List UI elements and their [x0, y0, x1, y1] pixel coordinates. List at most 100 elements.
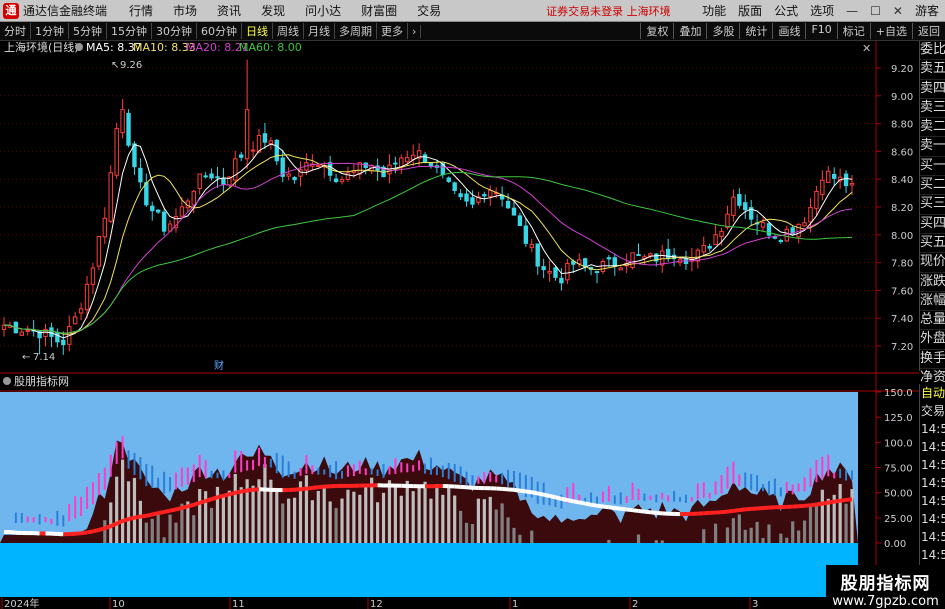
- quote-field-6: 买一: [920, 157, 945, 177]
- signal-bar: [68, 503, 71, 522]
- close-icon[interactable]: ✕: [893, 4, 903, 18]
- tab-60min[interactable]: 60分钟: [197, 23, 242, 39]
- tab-intraday[interactable]: 分时: [0, 23, 31, 39]
- signal-bar: [435, 466, 438, 476]
- login-notice: 证券交易未登录 上海环境: [546, 4, 671, 18]
- tab-daily[interactable]: 日线: [242, 23, 273, 39]
- indicator-bar: [411, 491, 415, 543]
- menu-wealth-circle[interactable]: 财富圈: [361, 2, 397, 19]
- signal-bar: [382, 464, 385, 478]
- minimize-icon[interactable]: —: [846, 4, 858, 18]
- tab-30min[interactable]: 30分钟: [152, 23, 197, 39]
- indicator-bar: [174, 522, 178, 543]
- tab-multi-period[interactable]: 多周期: [335, 23, 377, 39]
- tool-overlay[interactable]: 叠加: [673, 23, 706, 39]
- signal-bar: [726, 466, 729, 489]
- maximize-icon[interactable]: ☐: [870, 4, 881, 18]
- tool-back[interactable]: 返回: [912, 23, 945, 39]
- ma-settings-icon[interactable]: [75, 43, 83, 51]
- watermark-line1: 股朋指标网: [840, 574, 931, 594]
- tool-add-watchlist[interactable]: +自选: [869, 23, 912, 39]
- indicator-bar: [506, 517, 510, 543]
- menu-layout[interactable]: 版面: [738, 2, 762, 19]
- tool-statistics[interactable]: 统计: [739, 23, 772, 39]
- trade-row-0[interactable]: 自动: [920, 384, 945, 402]
- signal-bar: [418, 460, 421, 471]
- candle-body: [274, 139, 279, 162]
- indicator-bar: [850, 489, 854, 543]
- trend-segment: [246, 487, 254, 493]
- signal-bar: [121, 436, 124, 459]
- indicator-bar: [162, 537, 166, 543]
- candle-body: [61, 339, 66, 346]
- menu-options[interactable]: 选项: [810, 2, 834, 19]
- trend-segment: [525, 489, 533, 495]
- signal-bar: [257, 447, 260, 466]
- indicator-tick-label: 0.00: [884, 539, 906, 550]
- menu-trade[interactable]: 交易: [417, 2, 441, 19]
- menu-discover[interactable]: 发现: [261, 2, 285, 19]
- tool-adjust[interactable]: 复权: [640, 23, 673, 39]
- trend-segment: [9, 530, 17, 535]
- candle-body: [197, 173, 202, 189]
- indicator-bar: [322, 487, 326, 543]
- signal-bar: [376, 469, 379, 476]
- tab-15min[interactable]: 15分钟: [107, 23, 152, 39]
- tab-more[interactable]: 更多: [377, 23, 408, 39]
- indicator-settings-icon[interactable]: [3, 377, 11, 385]
- guest-user[interactable]: 游客: [915, 2, 939, 19]
- candle-body: [582, 258, 588, 268]
- menu-news[interactable]: 资讯: [217, 2, 241, 19]
- price-tick-label: 8.00: [891, 231, 913, 242]
- tab-5min[interactable]: 5分钟: [69, 23, 107, 39]
- signal-bar: [86, 486, 89, 510]
- trend-segment: [620, 506, 627, 512]
- date-tick-label: 11: [232, 599, 245, 609]
- candle-body: [517, 215, 523, 227]
- chart-canvas: 上海环境(日线) MA5: 8.37 MA10: 8.33 MA20: 8.21…: [0, 41, 919, 609]
- tool-draw-line[interactable]: 画线: [772, 23, 805, 39]
- indicator-bar: [785, 537, 789, 543]
- trend-segment: [537, 491, 545, 497]
- menu-formula[interactable]: 公式: [774, 2, 798, 19]
- signal-bar: [20, 513, 23, 523]
- financial-event-marker[interactable]: 财: [214, 359, 224, 372]
- indicator-bar: [352, 491, 356, 543]
- signal-bar: [845, 470, 848, 481]
- tool-multi-stock[interactable]: 多股: [706, 23, 739, 39]
- trend-segment: [187, 502, 195, 509]
- chevron-right-icon[interactable]: ›: [408, 24, 422, 38]
- high-marker-arrow: ↖: [111, 60, 119, 71]
- candle-body: [84, 283, 90, 311]
- signal-bar: [756, 475, 759, 492]
- tool-f10[interactable]: F10: [805, 23, 836, 39]
- tab-monthly[interactable]: 月线: [304, 23, 335, 39]
- menu-ask[interactable]: 问小达: [305, 2, 341, 19]
- menu-functions[interactable]: 功能: [702, 2, 726, 19]
- low-marker-arrow: ←: [22, 352, 30, 363]
- tab-1min[interactable]: 1分钟: [31, 23, 69, 39]
- panel-close-icon[interactable]: ✕: [862, 42, 871, 55]
- indicator-bar: [447, 487, 451, 543]
- trade-row-1[interactable]: 交易: [920, 402, 945, 420]
- indicator-bar: [797, 530, 801, 543]
- trend-segment: [608, 505, 616, 511]
- indicator-bar: [221, 496, 226, 543]
- tab-weekly[interactable]: 周线: [273, 23, 304, 39]
- signal-bar: [441, 465, 444, 478]
- signal-bar: [601, 491, 604, 503]
- signal-bar: [163, 471, 166, 494]
- trend-segment: [121, 517, 130, 523]
- menu-market[interactable]: 市场: [173, 2, 197, 19]
- tool-mark[interactable]: 标记: [836, 23, 870, 39]
- trend-segment: [92, 527, 100, 534]
- signal-bar: [833, 472, 836, 479]
- trend-segment: [614, 506, 621, 511]
- trend-segment: [175, 506, 183, 512]
- date-tick-label: 2: [632, 599, 638, 609]
- indicator-bar: [814, 504, 819, 543]
- signal-bar: [661, 492, 664, 500]
- candle-body: [541, 266, 546, 271]
- trend-segment: [638, 508, 645, 514]
- menu-market-quotes[interactable]: 行情: [129, 2, 153, 19]
